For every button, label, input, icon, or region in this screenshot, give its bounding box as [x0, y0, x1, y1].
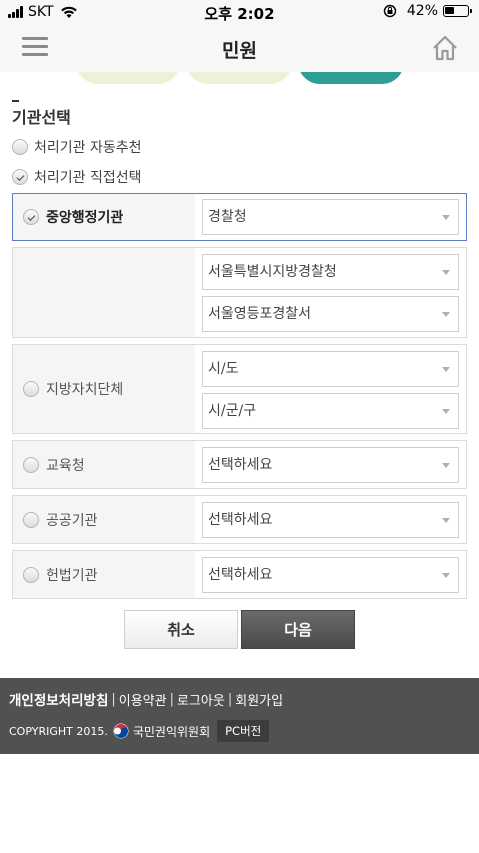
constitutional-select[interactable]: 선택하세요	[202, 557, 459, 593]
page-title: 민원	[222, 40, 257, 62]
province-select[interactable]: 시/도	[202, 351, 459, 387]
agency-education-label: 교육청	[46, 457, 85, 474]
regional-police-select[interactable]: 서울특별시지방경찰청	[202, 254, 459, 290]
footer: 개인정보처리방침 | 이용약관 | 로그아웃 | 회원가입 COPYRIGHT …	[0, 678, 479, 754]
agency-education-box: 교육청 선택하세요	[12, 440, 467, 489]
agency-public-box: 공공기관 선택하세요	[12, 495, 467, 544]
central-sub-label-cell	[13, 248, 195, 337]
option-auto-recommend[interactable]: 처리기관 자동추천	[12, 137, 142, 157]
status-right: 42%	[383, 3, 472, 19]
public-select-value: 선택하세요	[208, 512, 273, 528]
agency-public-label-cell[interactable]: 공공기관	[13, 496, 195, 543]
tab-bump-2	[186, 72, 292, 84]
radio-public[interactable]	[23, 511, 39, 528]
radio-local[interactable]	[23, 381, 39, 397]
chevron-down-icon	[442, 409, 450, 414]
taegeuk-logo-icon	[113, 723, 129, 739]
agency-constitutional-label: 헌법기관	[46, 567, 98, 584]
chevron-down-icon	[442, 463, 450, 468]
public-select[interactable]: 선택하세요	[202, 502, 459, 538]
app-header: 민원	[0, 24, 479, 72]
agency-central-box: 중앙행정기관 경찰청	[12, 193, 467, 241]
constitutional-select-value: 선택하세요	[208, 567, 273, 583]
agency-constitutional-box: 헌법기관 선택하세요	[12, 550, 467, 599]
agency-local-label: 지방자치단체	[46, 382, 124, 398]
cancel-button[interactable]: 취소	[124, 610, 238, 649]
education-select[interactable]: 선택하세요	[202, 447, 459, 483]
agency-central-label-cell[interactable]: 중앙행정기관	[13, 194, 195, 240]
police-station-select[interactable]: 서울영등포경찰서	[202, 296, 459, 332]
logout-link[interactable]: 로그아웃	[177, 690, 225, 709]
org-name: 국민권익위원회	[132, 724, 211, 739]
agency-public-label: 공공기관	[46, 512, 98, 529]
next-button[interactable]: 다음	[241, 610, 355, 649]
home-icon[interactable]	[431, 34, 459, 62]
police-station-select-value: 서울영등포경찰서	[208, 306, 312, 322]
central-sub-box: 서울특별시지방경찰청 서울영등포경찰서	[12, 247, 467, 338]
footer-separator: |	[169, 691, 174, 707]
option-auto-recommend-label: 처리기관 자동추천	[34, 140, 142, 156]
battery-fill	[445, 7, 454, 14]
central-agency-select-value: 경찰청	[208, 209, 247, 225]
radio-central[interactable]	[23, 209, 39, 225]
footer-separator: |	[227, 691, 233, 707]
agency-education-label-cell[interactable]: 교육청	[13, 441, 195, 488]
footer-separator: |	[111, 691, 116, 707]
privacy-policy-link[interactable]: 개인정보처리방침	[9, 689, 108, 709]
chevron-down-icon	[442, 270, 450, 275]
rotation-lock-icon	[383, 4, 397, 18]
radio-constitutional[interactable]	[23, 566, 39, 583]
footer-links: 개인정보처리방침 | 이용약관 | 로그아웃 | 회원가입	[9, 689, 283, 710]
battery-icon	[443, 5, 472, 17]
chevron-down-icon	[442, 518, 450, 523]
chevron-down-icon	[442, 367, 450, 372]
tab-bump-1	[76, 72, 180, 84]
province-select-value: 시/도	[208, 361, 239, 377]
chevron-down-icon	[442, 312, 450, 317]
radio-auto-recommend[interactable]	[12, 139, 28, 155]
chevron-down-icon	[442, 573, 450, 578]
copyright-row: COPYRIGHT 2015. 국민권익위원회 PC버전	[9, 720, 270, 742]
radio-direct-select[interactable]	[12, 169, 28, 185]
regional-police-select-value: 서울특별시지방경찰청	[208, 264, 337, 280]
join-link[interactable]: 회원가입	[235, 690, 283, 709]
copyright-text: COPYRIGHT 2015.	[9, 724, 108, 738]
battery-percent: 42%	[406, 3, 438, 19]
tab-strip	[0, 72, 479, 90]
agency-constitutional-label-cell[interactable]: 헌법기관	[13, 551, 195, 598]
agency-local-label-cell[interactable]: 지방자치단체	[13, 345, 195, 433]
central-agency-select[interactable]: 경찰청	[202, 199, 459, 235]
tab-bump-3	[298, 72, 404, 84]
option-direct-select-label: 처리기관 직접선택	[34, 170, 142, 186]
agency-local-box: 지방자치단체 시/도 시/군/구	[12, 344, 467, 434]
section-title: 기관선택	[12, 100, 71, 128]
education-select-value: 선택하세요	[208, 457, 273, 473]
city-select-value: 시/군/구	[208, 403, 257, 419]
radio-education[interactable]	[23, 456, 39, 473]
city-select[interactable]: 시/군/구	[202, 393, 459, 429]
chevron-down-icon	[442, 215, 450, 220]
option-direct-select[interactable]: 처리기관 직접선택	[12, 167, 142, 187]
terms-link[interactable]: 이용약관	[119, 690, 167, 709]
pc-version-button[interactable]: PC버전	[217, 720, 270, 742]
agency-central-label: 중앙행정기관	[46, 210, 124, 226]
status-bar: SKT 오후 2:02 42%	[0, 0, 479, 24]
